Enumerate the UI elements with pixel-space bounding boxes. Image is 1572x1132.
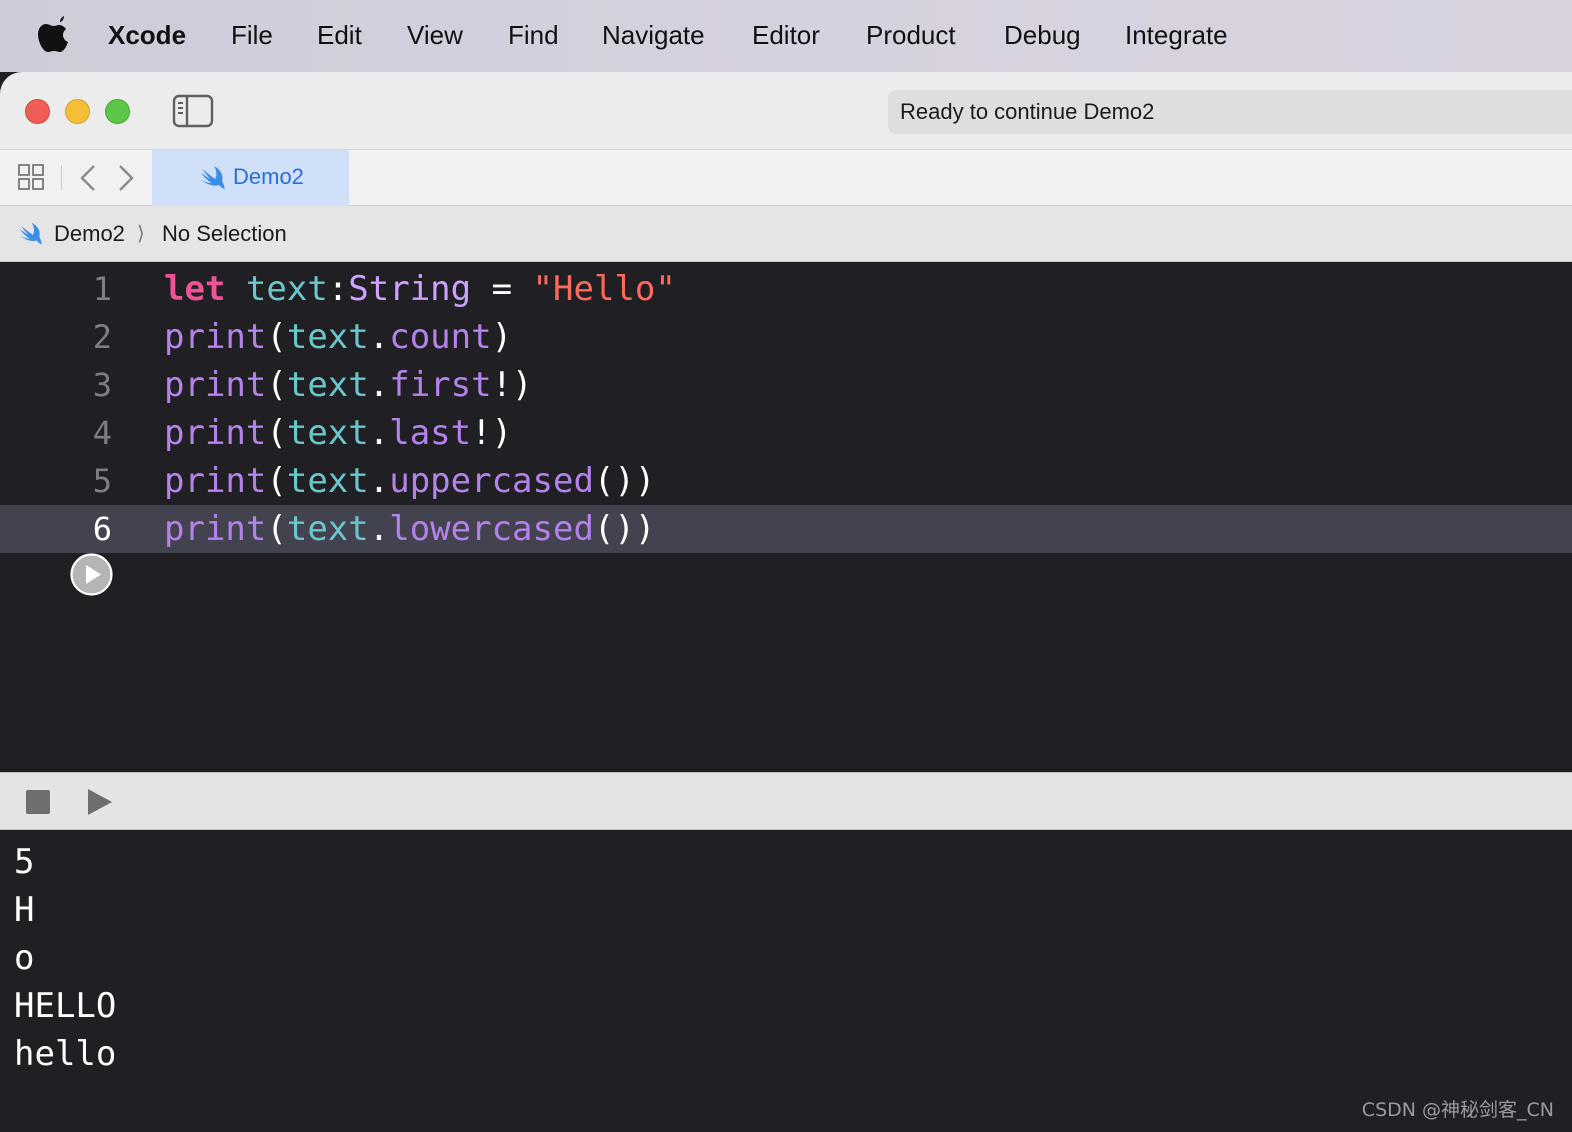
console-line: 5 xyxy=(14,842,35,882)
code-text: print(text.lowercased()) xyxy=(164,505,655,553)
code-token: uppercased xyxy=(389,461,594,501)
code-editor[interactable]: 1 let text:String = "Hello" 2 print(text.co… xyxy=(0,263,1572,772)
menu-navigate[interactable]: Navigate xyxy=(602,18,705,52)
code-token: ()) xyxy=(593,461,656,501)
swift-icon xyxy=(200,166,225,189)
tab-bar-divider xyxy=(61,166,62,190)
code-token: !) xyxy=(491,365,533,405)
code-token: . xyxy=(368,509,390,549)
line-number: 2 xyxy=(92,318,112,356)
code-token: ( xyxy=(266,461,287,501)
code-token: . xyxy=(368,413,390,453)
code-token: let xyxy=(164,269,226,309)
code-token: . xyxy=(368,317,390,357)
menu-integrate[interactable]: Integrate xyxy=(1125,18,1228,52)
menu-find[interactable]: Find xyxy=(508,18,559,52)
code-token: lowercased xyxy=(389,509,594,549)
code-token: count xyxy=(389,317,492,357)
zoom-window-button[interactable] xyxy=(105,99,130,124)
watermark: CSDN @神秘剑客_CN xyxy=(1361,1099,1554,1121)
swift-icon xyxy=(18,222,42,245)
code-token: last xyxy=(389,413,472,453)
console-line: H xyxy=(14,890,35,930)
menu-editor[interactable]: Editor xyxy=(752,18,820,52)
console-line: HELLO xyxy=(14,986,117,1026)
jump-bar: Demo2 ⟩ No Selection xyxy=(0,206,1572,262)
code-token: text xyxy=(286,413,369,453)
menu-bar: Xcode File Edit View Find Navigate Edito… xyxy=(0,0,1572,72)
breadcrumb-selection[interactable]: No Selection xyxy=(162,219,287,249)
breadcrumb-separator: ⟩ xyxy=(137,223,145,245)
activity-status: Ready to continue Demo2 xyxy=(888,90,1572,134)
chevron-right-icon[interactable] xyxy=(114,163,138,193)
play-icon[interactable] xyxy=(86,787,114,817)
code-token: text xyxy=(286,317,369,357)
code-token: ( xyxy=(266,509,287,549)
stop-button[interactable] xyxy=(26,790,50,814)
code-token: print xyxy=(164,317,267,357)
code-token: "Hello" xyxy=(532,269,676,309)
code-token: : xyxy=(327,269,349,309)
code-token: . xyxy=(368,365,390,405)
code-token: ( xyxy=(266,317,287,357)
menu-file[interactable]: File xyxy=(231,18,273,52)
code-token: String xyxy=(348,269,472,309)
code-line[interactable]: 2 print(text.count) xyxy=(0,313,1572,361)
window-toolbar: Ready to continue Demo2 xyxy=(0,72,1572,150)
code-line[interactable]: 6 print(text.lowercased()) xyxy=(0,505,1572,553)
code-token: ( xyxy=(266,413,287,453)
code-token: text xyxy=(245,269,328,309)
close-window-button[interactable] xyxy=(25,99,50,124)
menu-product[interactable]: Product xyxy=(866,18,956,52)
code-token: print xyxy=(164,413,267,453)
breadcrumb-project[interactable]: Demo2 xyxy=(54,219,125,249)
related-items-grid-icon[interactable] xyxy=(17,163,45,191)
run-playground-button[interactable] xyxy=(70,553,113,596)
menu-app-name[interactable]: Xcode xyxy=(108,18,186,52)
console-line: hello xyxy=(14,1034,117,1074)
code-line[interactable]: 5 print(text.uppercased()) xyxy=(0,457,1572,505)
code-text: print(text.first!) xyxy=(164,361,533,409)
code-token: text xyxy=(286,365,369,405)
code-line[interactable]: 1 let text:String = "Hello" xyxy=(0,265,1572,313)
code-line[interactable]: 4 print(text.last!) xyxy=(0,409,1572,457)
tab-bar: Demo2 xyxy=(0,150,1572,206)
menu-view[interactable]: View xyxy=(407,18,463,52)
code-text: print(text.count) xyxy=(164,313,512,361)
tab-label: Demo2 xyxy=(233,164,304,189)
line-number: 1 xyxy=(92,270,112,308)
code-token: first xyxy=(389,365,492,405)
code-line[interactable]: 3 print(text.first!) xyxy=(0,361,1572,409)
code-text: print(text.uppercased()) xyxy=(164,457,655,505)
code-token: text xyxy=(286,461,369,501)
chevron-left-icon[interactable] xyxy=(76,163,100,193)
menu-edit[interactable]: Edit xyxy=(317,18,362,52)
line-number: 6 xyxy=(92,510,112,548)
code-token: = xyxy=(471,269,533,309)
code-token: print xyxy=(164,461,267,501)
debug-bar xyxy=(0,772,1572,830)
code-text: print(text.last!) xyxy=(164,409,512,457)
code-token: !) xyxy=(471,413,513,453)
code-token: print xyxy=(164,509,267,549)
minimize-window-button[interactable] xyxy=(65,99,90,124)
tab-demo2[interactable]: Demo2 xyxy=(152,150,349,206)
code-token: . xyxy=(368,461,390,501)
console-output[interactable]: 5 H o HELLO hello CSDN @神秘剑客_CN xyxy=(0,830,1572,1132)
code-text: let text:String = "Hello" xyxy=(164,265,676,313)
line-number: 3 xyxy=(92,366,112,404)
code-token: ()) xyxy=(593,509,656,549)
console-line: o xyxy=(14,938,35,978)
code-token: print xyxy=(164,365,267,405)
line-number: 4 xyxy=(92,414,112,452)
code-token: ) xyxy=(491,317,513,357)
sidebar-toggle-icon[interactable] xyxy=(172,94,214,128)
xcode-window: Ready to continue Demo2 Demo2 Demo2 ⟩ No… xyxy=(0,72,1572,1132)
menu-debug[interactable]: Debug xyxy=(1004,18,1081,52)
code-token: ( xyxy=(266,365,287,405)
apple-icon[interactable] xyxy=(38,16,70,54)
code-token: text xyxy=(286,509,369,549)
line-number: 5 xyxy=(92,462,112,500)
